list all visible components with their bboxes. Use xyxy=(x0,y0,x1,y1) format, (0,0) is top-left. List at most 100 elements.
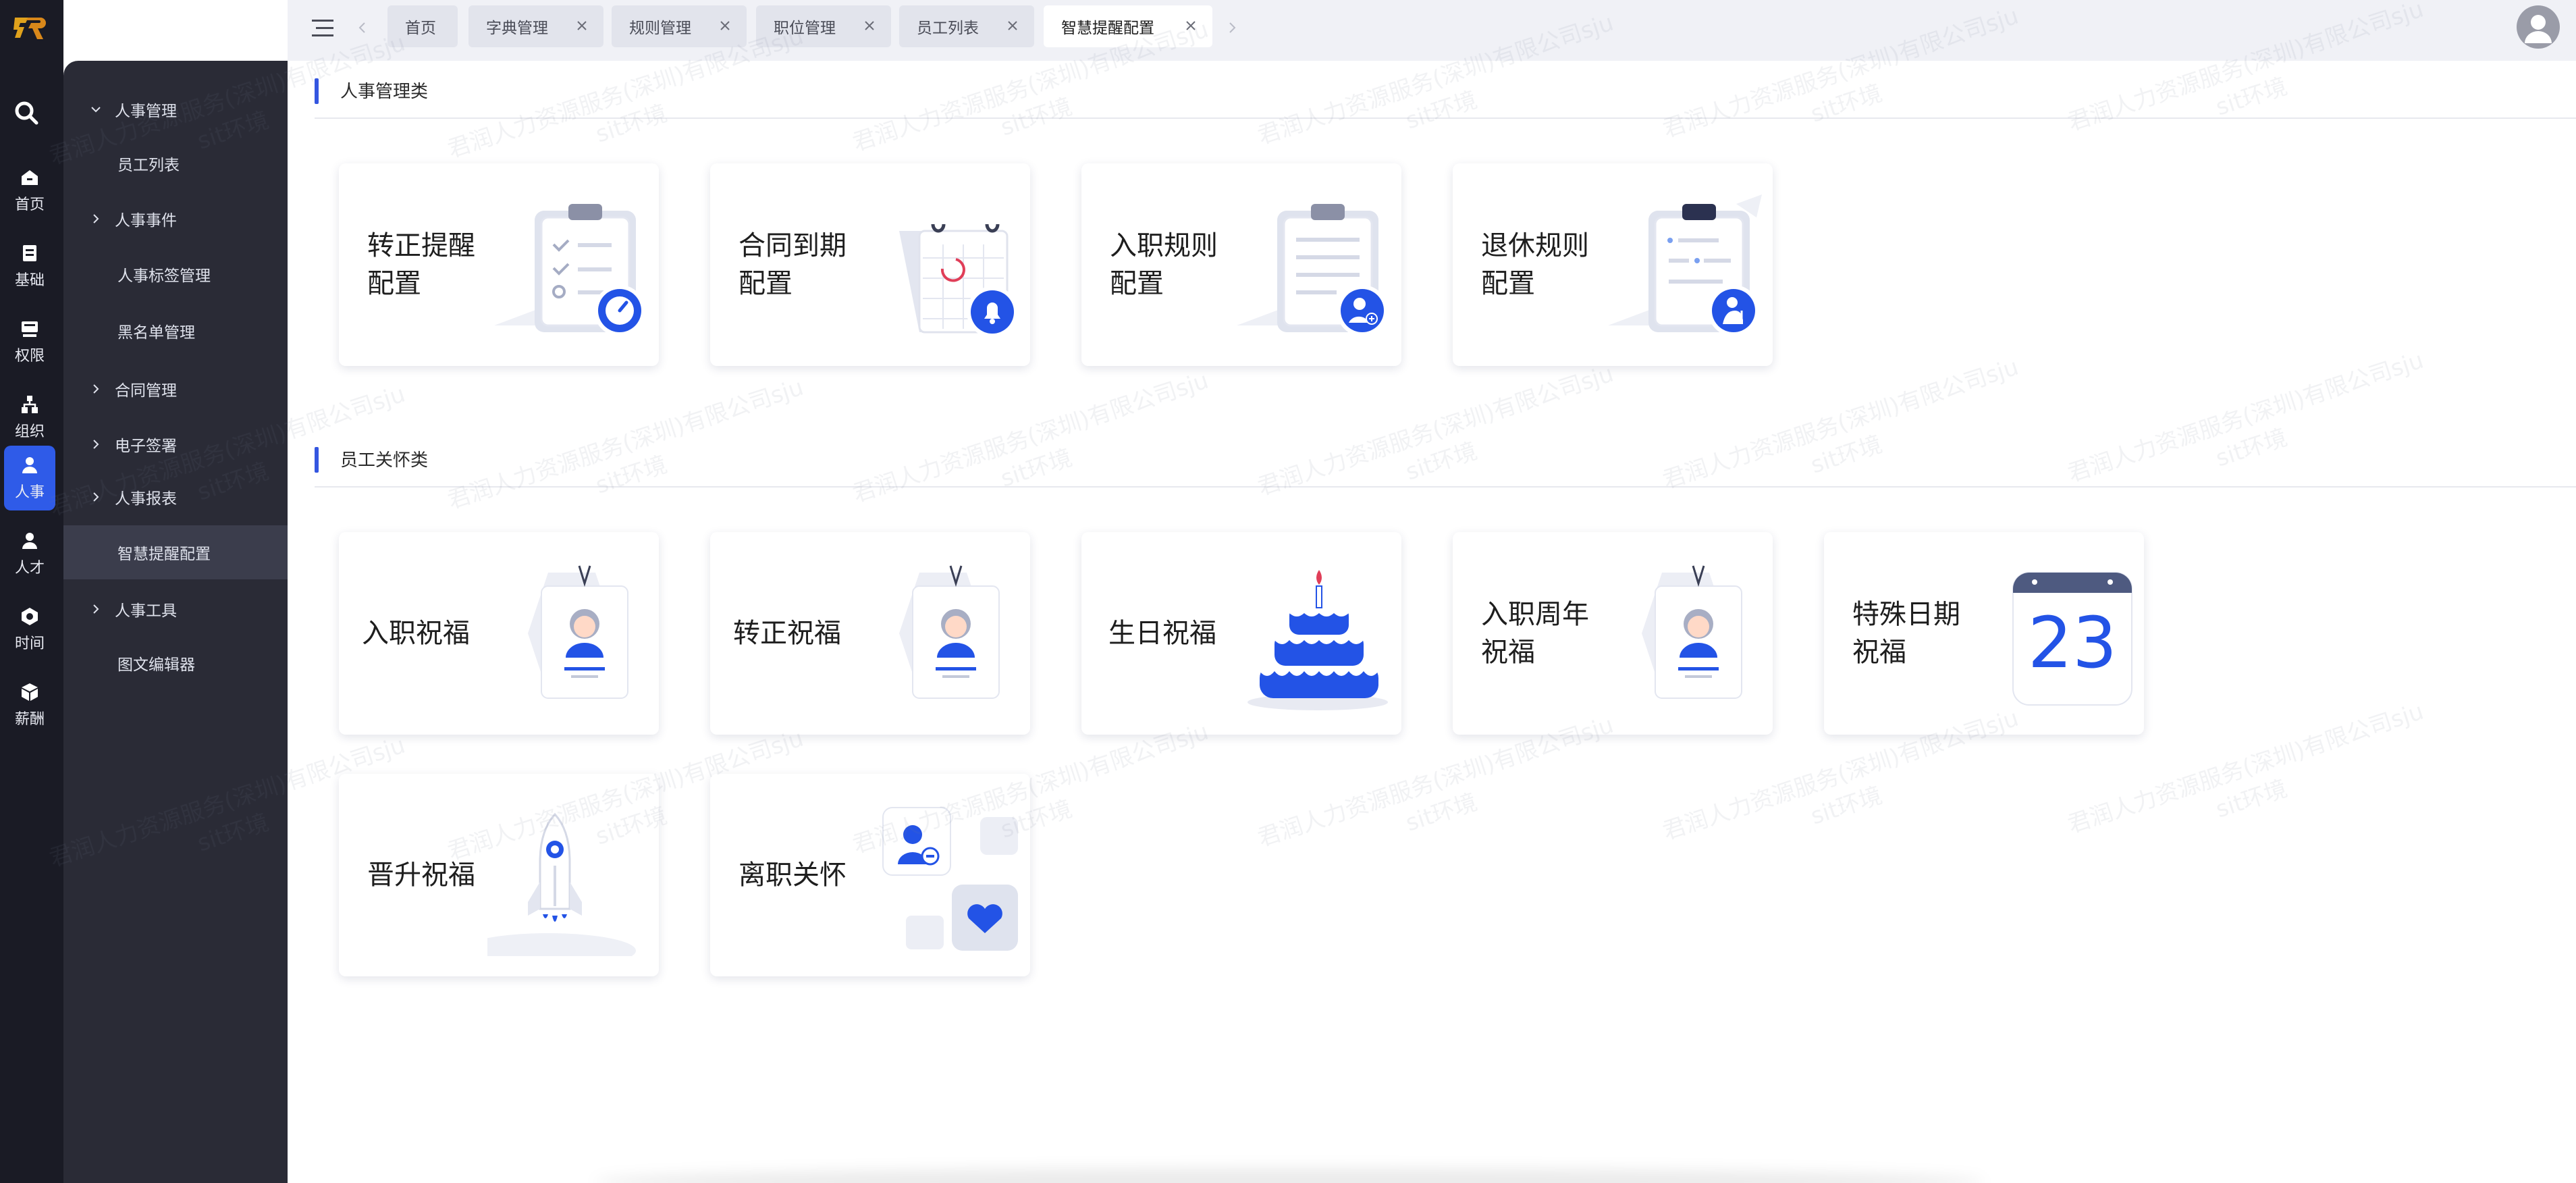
user-icon xyxy=(22,533,37,549)
app-title: HR后台管理系统 xyxy=(65,17,198,37)
id-badge-icon xyxy=(899,565,1000,699)
rail-label-home: 首页 xyxy=(14,196,45,213)
card-probation-greeting[interactable]: 转正祝福 xyxy=(710,532,1030,735)
rail-item-basic[interactable]: 基础 xyxy=(4,234,55,298)
menu-group-e-sign[interactable]: 电子签署 xyxy=(63,417,288,471)
chevron-right-icon xyxy=(84,213,108,225)
tab-positions[interactable]: 职位管理 xyxy=(756,5,891,47)
card-contract-expiry[interactable]: 合同到期 配置 xyxy=(710,163,1030,366)
rail-label-salary: 薪酬 xyxy=(14,711,45,728)
close-icon[interactable] xyxy=(861,18,878,34)
card-title-line1: 转正祝福 xyxy=(733,618,841,649)
card-title-line1: 合同到期 xyxy=(739,230,847,261)
card-onboarding-rules[interactable]: 入职规则 配置 xyxy=(1081,163,1401,366)
chevron-right-icon xyxy=(84,383,108,395)
card-title-line1: 退休规则 xyxy=(1481,230,1589,261)
close-icon[interactable] xyxy=(574,18,590,34)
card-promotion-greeting[interactable]: 晋升祝福 xyxy=(339,774,659,976)
menu-group-hr-events[interactable]: 人事事件 xyxy=(63,192,288,246)
card-title: 入职祝福 xyxy=(362,532,470,735)
card-birthday-greeting[interactable]: 生日祝福 xyxy=(1081,532,1401,735)
bottom-shadow xyxy=(594,1168,1985,1183)
side-menu: 人事管理 员工列表 人事事件 人事标签管理 黑名单管理 合同管理 电子签署 人事… xyxy=(63,61,288,1183)
main-content: 人事管理类 转正提醒 配置 合同到期 配置 入职规则 配置 退休规则 配置 员工… xyxy=(288,61,2576,1183)
close-icon[interactable] xyxy=(1183,18,1199,34)
tab-label: 规则管理 xyxy=(629,20,691,37)
card-anniversary-greeting[interactable]: 入职周年 祝福 xyxy=(1453,532,1773,735)
rail-label-time: 时间 xyxy=(14,635,45,652)
card-title: 特殊日期 祝福 xyxy=(1852,532,1960,735)
avatar[interactable] xyxy=(2517,5,2560,49)
top-bar: 首页 字典管理 规则管理 职位管理 员工列表 智慧提醒配置 xyxy=(288,0,2576,61)
menu-group-hr-tools[interactable]: 人事工具 xyxy=(63,582,288,636)
menu-label: 人事事件 xyxy=(115,212,177,230)
menu-label: 合同管理 xyxy=(115,382,177,400)
menu-group-contract[interactable]: 合同管理 xyxy=(63,362,288,416)
card-title: 晋升祝福 xyxy=(367,774,475,976)
card-title-line2: 配置 xyxy=(1110,268,1164,299)
rocket-icon xyxy=(487,812,636,956)
user-avatar-icon xyxy=(2525,15,2552,43)
card-title: 生日祝福 xyxy=(1108,532,1216,735)
card-title-line1: 生日祝福 xyxy=(1108,618,1216,649)
tab-smart-reminder[interactable]: 智慧提醒配置 xyxy=(1044,5,1212,47)
section-accent-bar xyxy=(315,78,319,104)
rail-item-home[interactable]: 首页 xyxy=(4,158,55,223)
rail-item-time[interactable]: 时间 xyxy=(4,597,55,662)
chevron-right-icon xyxy=(84,491,108,503)
rail-item-salary[interactable]: 薪酬 xyxy=(4,673,55,737)
chevron-right-icon xyxy=(84,438,108,450)
home-icon xyxy=(22,170,38,185)
rail-item-org[interactable]: 组织 xyxy=(4,385,55,450)
card-title-line1: 入职周年 xyxy=(1481,599,1589,630)
menu-item-employee-list[interactable]: 员工列表 xyxy=(63,136,288,190)
rail-item-talent[interactable]: 人才 xyxy=(4,521,55,586)
card-title: 合同到期 配置 xyxy=(739,163,847,366)
person-icon xyxy=(22,457,37,473)
card-title: 离职关怀 xyxy=(739,774,847,976)
calendar-bell-icon xyxy=(899,224,1018,338)
menu-group-hr-management[interactable]: 人事管理 xyxy=(63,82,288,136)
card-retirement-rules[interactable]: 退休规则 配置 xyxy=(1453,163,1773,366)
birthday-cake-icon xyxy=(1247,570,1388,710)
menu-group-hr-reports[interactable]: 人事报表 xyxy=(63,470,288,524)
card-title-line1: 转正提醒 xyxy=(367,230,475,261)
document-icon xyxy=(23,245,36,261)
rail-label-hr: 人事 xyxy=(14,484,45,501)
clock-icon xyxy=(22,608,38,625)
card-onboarding-greeting[interactable]: 入职祝福 xyxy=(339,532,659,735)
card-resignation-care[interactable]: 离职关怀 xyxy=(710,774,1030,976)
menu-item-smart-reminder[interactable]: 智慧提醒配置 xyxy=(63,525,288,579)
card-probation-reminder[interactable]: 转正提醒 配置 xyxy=(339,163,659,366)
card-title: 转正祝福 xyxy=(733,532,841,735)
tab-dictionary[interactable]: 字典管理 xyxy=(468,5,603,47)
chevron-down-icon xyxy=(84,103,108,115)
rail-item-permission[interactable]: 权限 xyxy=(4,309,55,374)
chevron-right-icon xyxy=(84,603,108,615)
tab-rules[interactable]: 规则管理 xyxy=(612,5,747,47)
tab-label: 员工列表 xyxy=(917,20,979,37)
card-title: 转正提醒 配置 xyxy=(367,163,475,366)
search-icon[interactable] xyxy=(12,99,41,127)
hamburger-menu-icon[interactable] xyxy=(309,15,336,42)
tab-home[interactable]: 首页 xyxy=(387,5,458,47)
card-special-date-greeting[interactable]: 特殊日期 祝福 23 xyxy=(1824,532,2144,735)
close-icon[interactable] xyxy=(1004,18,1021,34)
card-title-line2: 祝福 xyxy=(1852,637,1906,668)
menu-label: 人事标签管理 xyxy=(117,267,211,285)
clipboard-elder-icon xyxy=(1608,194,1762,336)
tab-employee-list[interactable]: 员工列表 xyxy=(899,5,1034,47)
close-icon[interactable] xyxy=(717,18,733,34)
tab-scroll-right-icon[interactable] xyxy=(1222,16,1242,39)
section-title-employee-care: 员工关怀类 xyxy=(340,450,429,471)
rail-item-hr[interactable]: 人事 xyxy=(4,446,55,510)
tab-scroll-left-icon[interactable] xyxy=(352,16,373,39)
card-title-line1: 特殊日期 xyxy=(1852,599,1960,630)
menu-item-blacklist[interactable]: 黑名单管理 xyxy=(63,304,288,358)
menu-label: 电子签署 xyxy=(115,438,177,455)
menu-item-tag-management[interactable]: 人事标签管理 xyxy=(63,247,288,301)
clipboard-clock-icon xyxy=(494,204,645,336)
card-title: 入职规则 配置 xyxy=(1110,163,1218,366)
menu-item-rich-text-editor[interactable]: 图文编辑器 xyxy=(63,636,288,690)
rail-label-permission: 权限 xyxy=(14,348,45,365)
